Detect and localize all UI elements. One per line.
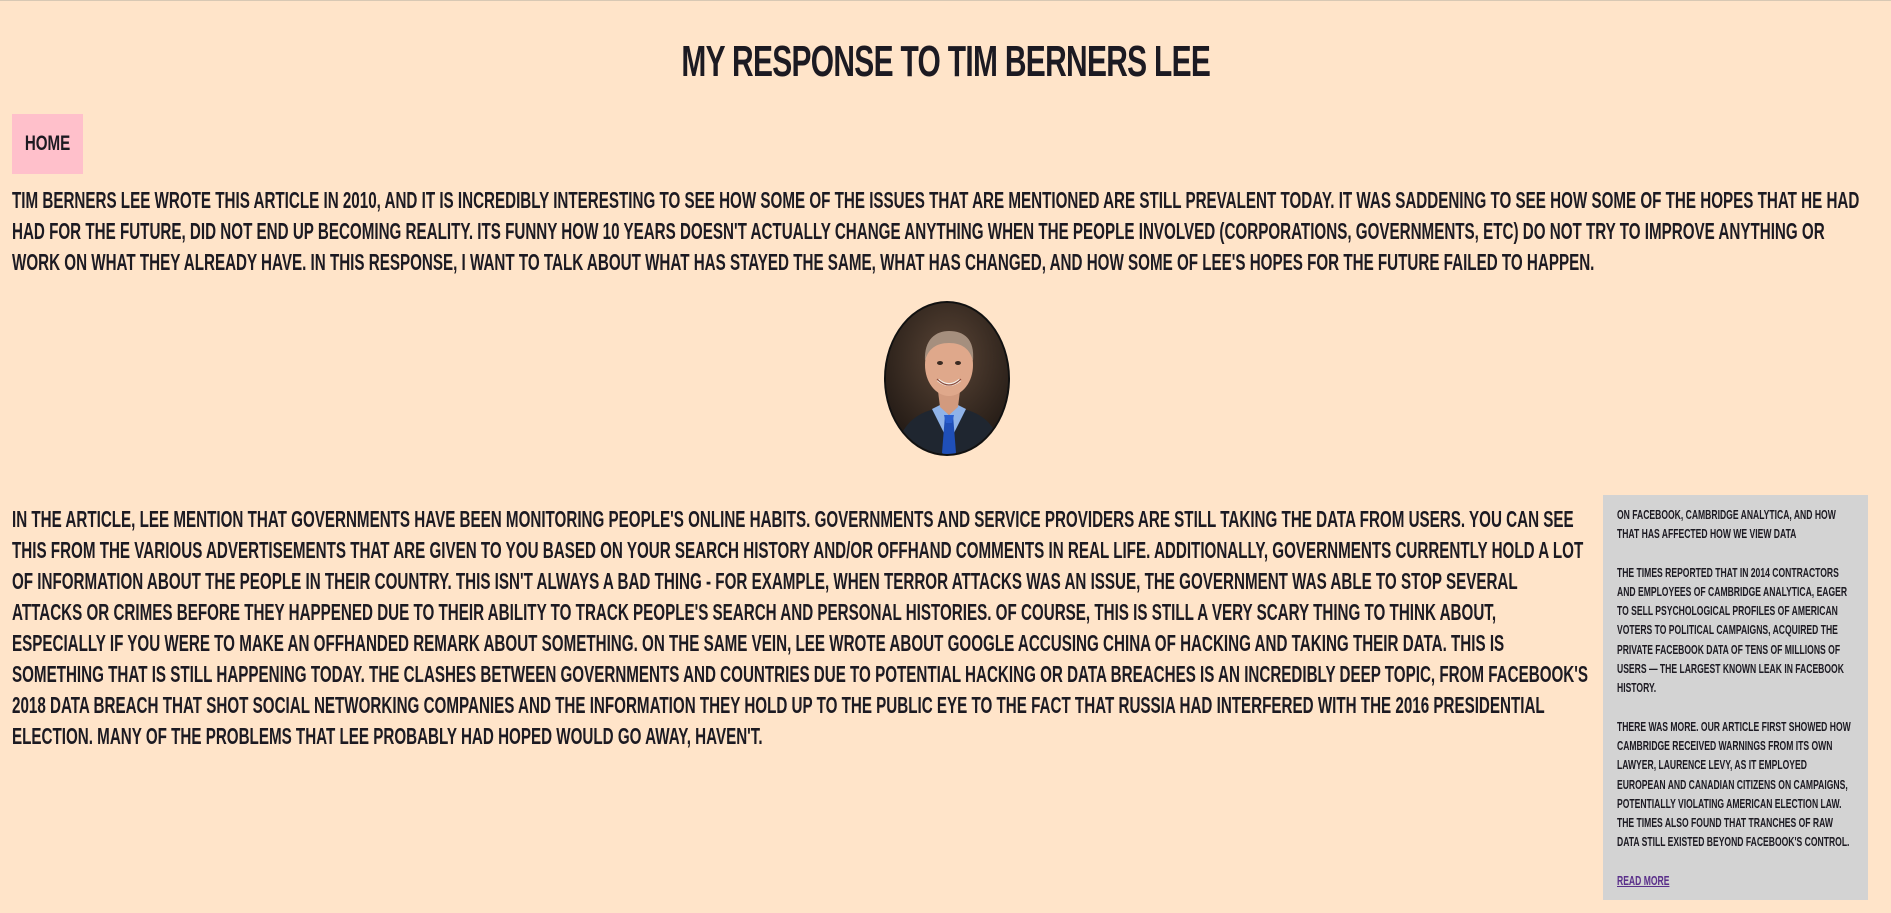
sidebar-title: On Facebook, Cambridge Analytica, and ho…: [1617, 507, 1836, 542]
nav-home-label: Home: [24, 132, 71, 155]
tim-berners-lee-portrait: [884, 301, 1010, 456]
sidebar-article: On Facebook, Cambridge Analytica, and ho…: [1603, 495, 1868, 900]
portrait-illustration: [886, 303, 1008, 454]
sidebar-paragraph-1: The Times reported that in 2014 contract…: [1617, 564, 1848, 696]
intro-paragraph: Tim Berners Lee wrote this article in 20…: [12, 187, 1860, 275]
main-paragraph: In the article, Lee mention that governm…: [12, 506, 1589, 749]
sidebar-paragraph-2: There was more. Our article first showed…: [1617, 718, 1851, 850]
nav-home-button[interactable]: Home: [12, 114, 83, 174]
read-more-link[interactable]: Read more: [1617, 873, 1669, 888]
page-title: My Response to Tim Berners Lee: [681, 37, 1210, 86]
